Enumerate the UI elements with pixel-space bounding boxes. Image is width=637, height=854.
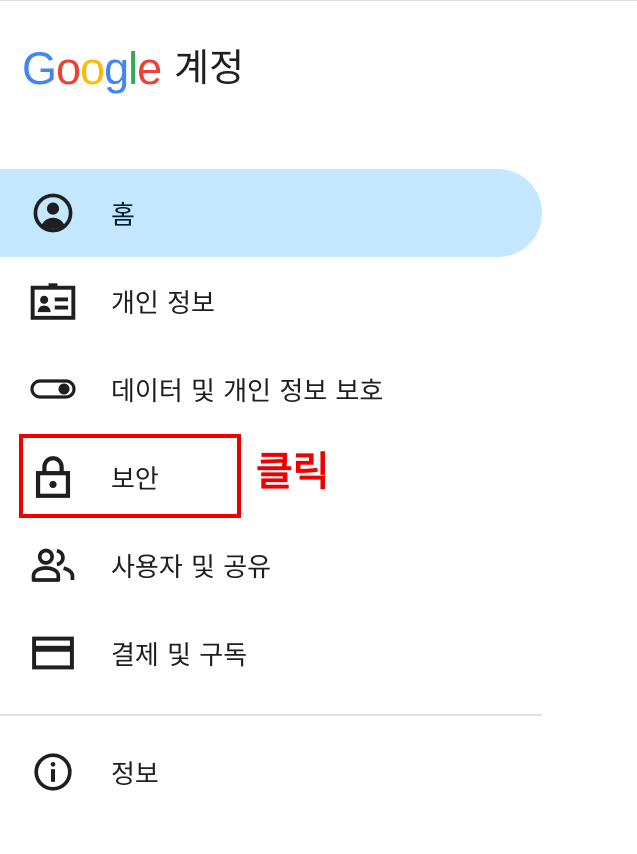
sidebar-item-payments-subscriptions[interactable]: 결제 및 구독 <box>0 609 542 697</box>
info-icon <box>30 749 76 795</box>
sidebar-item-about[interactable]: 정보 <box>0 728 542 816</box>
sidebar-item-label: 사용자 및 공유 <box>111 552 272 583</box>
top-border <box>0 0 637 1</box>
logo-letter: o <box>56 42 81 94</box>
logo-letter: g <box>104 42 129 94</box>
google-logo[interactable]: Google <box>22 42 162 94</box>
click-highlight-box <box>19 434 241 518</box>
sidebar-item-data-privacy[interactable]: 데이터 및 개인 정보 보호 <box>0 345 542 433</box>
sidebar-nav: 홈 개인 정보 데이터 및 개인 정보 보호 보안 사용자 및 공유 결제 및 … <box>0 169 542 697</box>
logo-letter: G <box>22 42 57 94</box>
logo-letter: e <box>137 42 162 94</box>
logo-letter: o <box>80 42 105 94</box>
people-icon <box>30 542 76 588</box>
sidebar-item-label: 결제 및 구독 <box>111 640 248 671</box>
nav-divider <box>0 714 542 716</box>
app-header: Google 계정 <box>22 38 244 98</box>
toggle-icon <box>30 366 76 412</box>
sidebar-item-label: 정보 <box>111 759 159 790</box>
sidebar-item-home[interactable]: 홈 <box>0 169 542 257</box>
sidebar-item-people-sharing[interactable]: 사용자 및 공유 <box>0 521 542 609</box>
sidebar-item-label: 홈 <box>111 200 135 231</box>
sidebar-item-label: 데이터 및 개인 정보 보호 <box>111 376 384 407</box>
sidebar-item-personal-info[interactable]: 개인 정보 <box>0 257 542 345</box>
logo-letter: l <box>128 42 138 94</box>
account-circle-icon <box>30 190 76 236</box>
sidebar-item-label: 개인 정보 <box>111 288 215 319</box>
id-card-icon <box>30 278 76 324</box>
credit-card-icon <box>30 630 76 676</box>
click-annotation: 클릭 <box>256 449 330 495</box>
product-name: 계정 <box>174 46 245 90</box>
